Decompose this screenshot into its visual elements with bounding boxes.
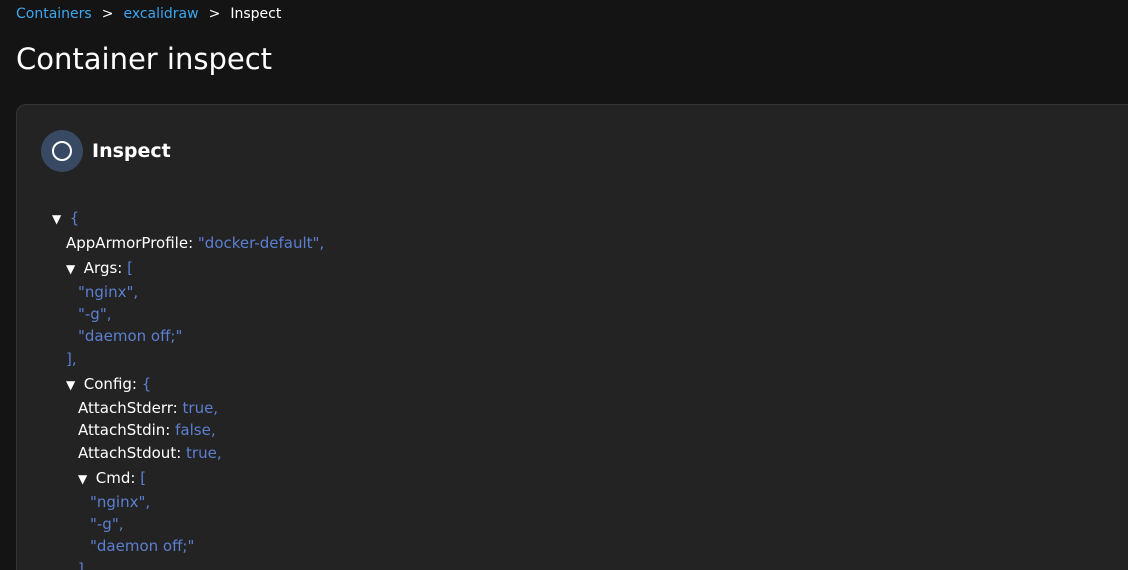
page: Containers > excalidraw > Inspect Contai… [0, 0, 1128, 570]
collapse-toggle-icon[interactable]: ▼ [66, 375, 79, 395]
json-key: Args: [83, 259, 123, 277]
page-title: Container inspect [16, 42, 273, 76]
json-value: true, [182, 399, 219, 417]
json-value: "docker-default", [197, 234, 325, 252]
json-brace: { [69, 209, 80, 227]
json-value: false, [175, 421, 216, 439]
card-title: Inspect [92, 140, 171, 162]
json-key: AttachStderr: [78, 399, 178, 417]
json-row-args-2: "daemon off;" [78, 326, 182, 346]
breadcrumb-separator: > [101, 6, 114, 22]
collapse-toggle-icon[interactable]: ▼ [78, 469, 91, 489]
breadcrumb-link-containers[interactable]: Containers [16, 6, 92, 22]
json-bracket: [ [140, 469, 147, 487]
breadcrumb: Containers > excalidraw > Inspect [16, 6, 281, 22]
json-key: AttachStdin: [78, 421, 171, 439]
json-bracket: ], [78, 560, 89, 570]
json-row-config: ▼ Config: { [66, 374, 151, 394]
json-value: "-g", [90, 515, 124, 533]
collapse-toggle-icon[interactable]: ▼ [52, 209, 65, 229]
json-row-args-1: "-g", [78, 304, 112, 324]
json-key: Cmd: [95, 469, 136, 487]
header-icon-badge [41, 130, 83, 172]
json-row-attach-stdin: AttachStdin: false, [78, 420, 216, 440]
json-row-cmd-close: ], [78, 559, 89, 570]
json-row-cmd-1: "-g", [90, 514, 124, 534]
json-row-args: ▼ Args: [ [66, 258, 133, 278]
json-value: "daemon off;" [90, 537, 195, 555]
json-bracket: ], [66, 350, 77, 368]
json-key: Config: [83, 375, 137, 393]
json-row-args-close: ], [66, 349, 77, 369]
json-brace: { [141, 375, 152, 393]
breadcrumb-separator: > [208, 6, 221, 22]
circle-icon [52, 141, 72, 161]
json-value: true, [186, 444, 222, 462]
breadcrumb-current: Inspect [230, 6, 282, 22]
collapse-toggle-icon[interactable]: ▼ [66, 259, 79, 279]
breadcrumb-link-excalidraw[interactable]: excalidraw [123, 6, 198, 22]
json-key: AppArmorProfile: [66, 234, 194, 252]
json-row-attach-stderr: AttachStderr: true, [78, 398, 218, 418]
json-value: "nginx", [78, 283, 139, 301]
json-bracket: [ [127, 259, 133, 277]
json-root-row: ▼ { [52, 208, 79, 228]
json-row-args-0: "nginx", [78, 282, 138, 302]
json-row-cmd-2: "daemon off;" [90, 536, 194, 556]
json-key: AttachStdout: [78, 444, 182, 462]
card-header: Inspect [41, 130, 171, 172]
json-row-attach-stdout: AttachStdout: true, [78, 443, 222, 463]
inspect-card: Inspect ▼ { AppArmorProfile: "docker-def… [16, 104, 1128, 570]
json-row-cmd: ▼ Cmd: [ [78, 468, 146, 488]
json-value: "nginx", [90, 493, 151, 511]
json-row-apparmor: AppArmorProfile: "docker-default", [66, 233, 324, 253]
json-value: "daemon off;" [78, 327, 183, 345]
json-row-cmd-0: "nginx", [90, 492, 150, 512]
json-value: "-g", [78, 305, 112, 323]
